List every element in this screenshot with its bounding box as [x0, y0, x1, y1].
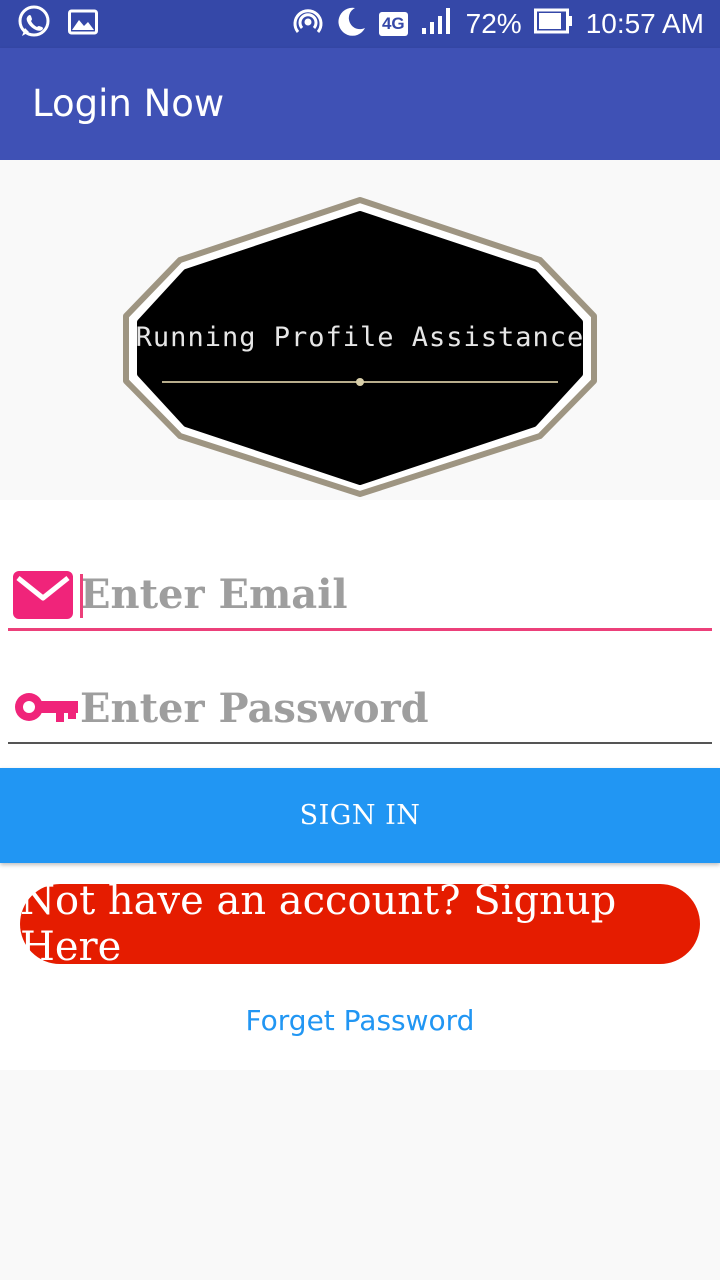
- password-input[interactable]: [80, 676, 700, 740]
- key-icon: [12, 684, 78, 734]
- page-title: Login Now: [32, 82, 225, 125]
- app-bar: Login Now: [0, 48, 720, 160]
- mail-icon: [12, 570, 74, 624]
- email-field-row: [8, 558, 712, 631]
- clock: 10:57 AM: [585, 8, 704, 39]
- login-form: SIGN IN Not have an account? Signup Here…: [0, 500, 720, 1070]
- app-logo: Running Profile Assistance: [123, 197, 597, 497]
- sign-in-button[interactable]: SIGN IN: [0, 768, 720, 863]
- signal-icon: [420, 6, 454, 43]
- password-field-row: [8, 672, 712, 744]
- signup-button[interactable]: Not have an account? Signup Here: [20, 878, 700, 970]
- battery-percent: 72%: [465, 8, 522, 39]
- hotspot-icon: [293, 6, 323, 43]
- gallery-icon: [68, 9, 98, 40]
- status-bar: 4G 72% 10:57 AM: [0, 0, 720, 48]
- whatsapp-icon: [16, 4, 52, 45]
- forget-password-link[interactable]: Forget Password: [0, 1004, 720, 1037]
- network-type-badge: 4G: [378, 12, 408, 36]
- logo-area: Running Profile Assistance: [0, 160, 720, 500]
- text-cursor: [80, 574, 83, 618]
- email-input[interactable]: [80, 562, 700, 626]
- do-not-disturb-moon-icon: [335, 5, 367, 44]
- logo-text: Running Profile Assistance: [136, 322, 585, 353]
- battery-icon: [533, 8, 574, 41]
